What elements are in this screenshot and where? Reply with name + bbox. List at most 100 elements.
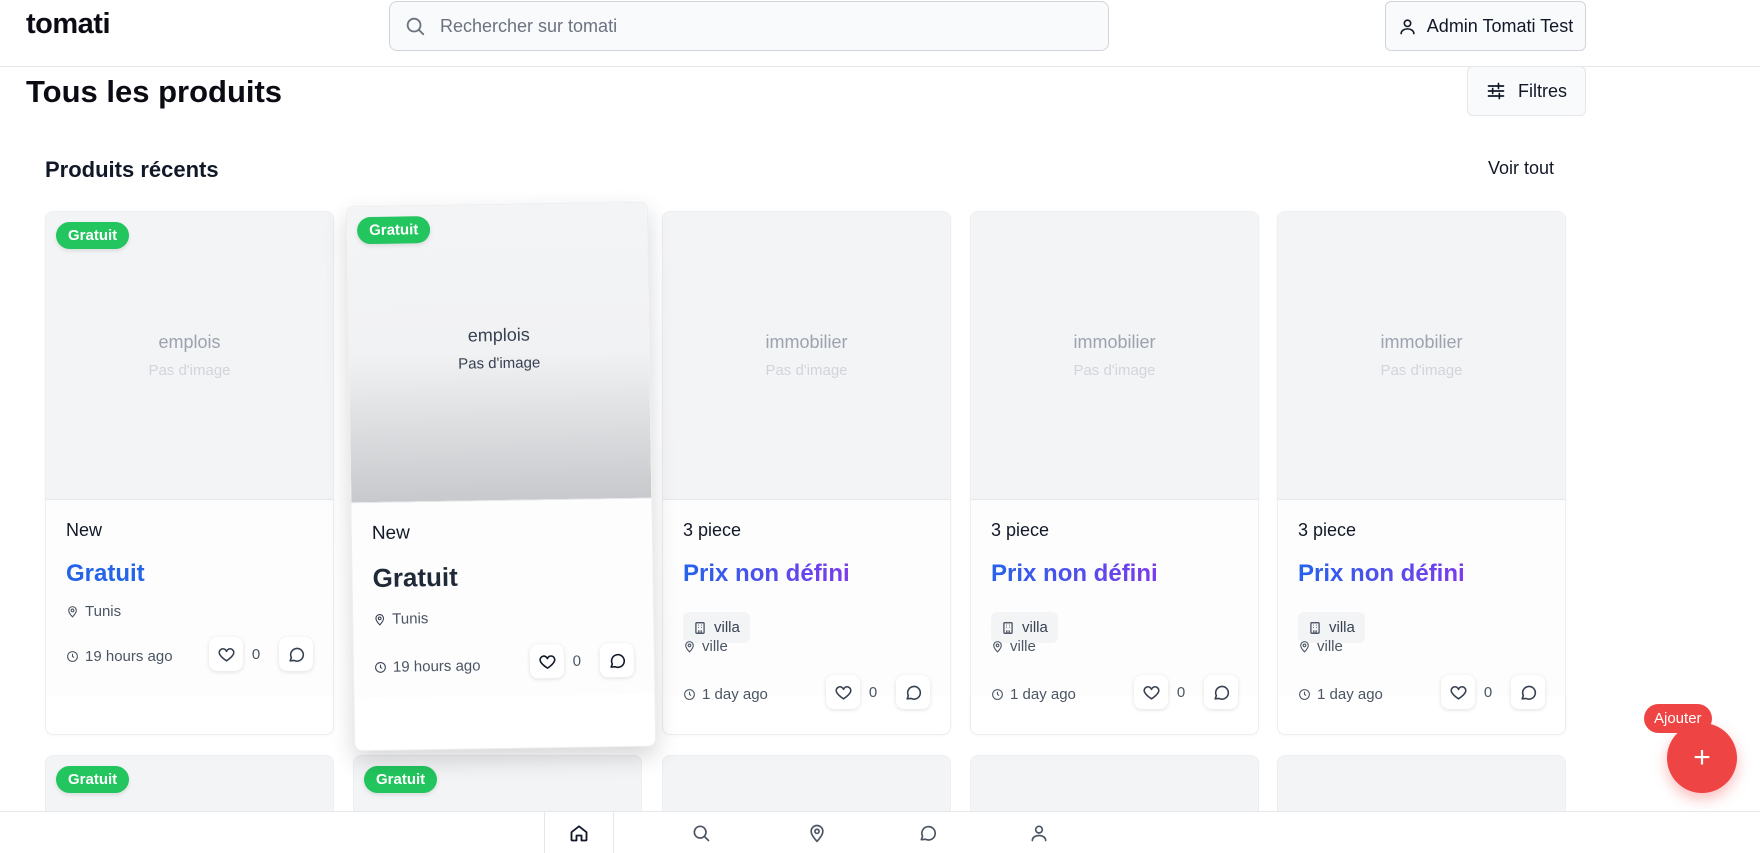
product-title: New bbox=[371, 522, 411, 545]
app-logo[interactable]: tomati bbox=[26, 8, 111, 41]
product-card[interactable]: immobilier Pas d'image 3 piece Prix non … bbox=[662, 211, 951, 735]
product-price: Prix non défini bbox=[683, 560, 850, 587]
like-button[interactable] bbox=[1134, 675, 1168, 709]
filters-label: Filtres bbox=[1518, 80, 1567, 101]
comment-button[interactable] bbox=[599, 642, 635, 678]
product-title: 3 piece bbox=[1298, 520, 1357, 540]
message-circle-icon bbox=[920, 825, 936, 841]
product-image-placeholder: immobilier Pas d'image bbox=[663, 212, 950, 500]
heart-icon bbox=[1142, 685, 1160, 700]
nav-messages[interactable] bbox=[893, 812, 963, 853]
free-badge: Gratuit bbox=[56, 766, 130, 793]
building-icon bbox=[695, 621, 705, 634]
product-category: immobilier bbox=[765, 332, 848, 352]
building-icon bbox=[1310, 621, 1320, 634]
product-time: 19 hours ago bbox=[374, 657, 481, 676]
product-category: emplois bbox=[158, 332, 221, 352]
top-bar: tomati Admin Tomati Test bbox=[0, 0, 1760, 67]
product-location: Tunis bbox=[66, 603, 121, 620]
like-button[interactable] bbox=[209, 637, 243, 671]
product-image-placeholder: emplois Pas d'image bbox=[346, 202, 652, 504]
comment-button[interactable] bbox=[279, 637, 313, 671]
map-pin-icon bbox=[68, 606, 77, 618]
map-pin-icon bbox=[993, 641, 1002, 653]
heart-icon bbox=[834, 685, 852, 700]
free-badge: Gratuit bbox=[56, 222, 130, 249]
search-icon bbox=[406, 17, 425, 36]
map-pin-icon bbox=[810, 824, 824, 843]
free-badge: Gratuit bbox=[356, 216, 431, 245]
like-button[interactable] bbox=[1441, 675, 1475, 709]
like-count: 0 bbox=[1176, 683, 1186, 701]
no-image-text: Pas d'image bbox=[458, 354, 541, 373]
product-time: 1 day ago bbox=[991, 686, 1076, 703]
like-button[interactable] bbox=[826, 675, 860, 709]
message-circle-icon bbox=[1520, 685, 1536, 700]
add-tooltip: Ajouter bbox=[1644, 704, 1712, 733]
home-icon bbox=[570, 824, 588, 841]
product-location: ville bbox=[991, 638, 1036, 655]
no-image-text: Pas d'image bbox=[148, 362, 231, 379]
like-count: 0 bbox=[1483, 683, 1493, 701]
search-input[interactable] bbox=[440, 15, 1080, 37]
nav-map[interactable] bbox=[782, 812, 852, 853]
product-card[interactable]: immobilier Pas d'image 3 piece Prix non … bbox=[1277, 211, 1566, 735]
product-location: ville bbox=[683, 638, 728, 655]
heart-icon bbox=[1449, 685, 1467, 700]
building-icon bbox=[1003, 621, 1013, 634]
message-circle-icon bbox=[905, 685, 921, 700]
page-title: Tous les produits bbox=[26, 74, 283, 109]
nav-home[interactable] bbox=[544, 812, 614, 853]
free-badge: Gratuit bbox=[364, 766, 438, 793]
clock-icon bbox=[67, 651, 78, 662]
product-price: Gratuit bbox=[66, 560, 145, 587]
nav-search[interactable] bbox=[666, 812, 736, 853]
product-card[interactable]: emplois Pas d'image Gratuit New Gratuit … bbox=[45, 211, 334, 735]
bottom-nav bbox=[0, 811, 1760, 853]
search-bar[interactable] bbox=[389, 1, 1109, 51]
product-price: Prix non défini bbox=[991, 560, 1158, 587]
filters-button[interactable]: Filtres bbox=[1467, 66, 1586, 116]
user-icon bbox=[1031, 825, 1047, 841]
map-pin-icon bbox=[375, 614, 385, 626]
no-image-text: Pas d'image bbox=[1380, 362, 1463, 379]
message-circle-icon bbox=[609, 653, 625, 668]
product-title: New bbox=[66, 520, 103, 540]
user-icon bbox=[1400, 18, 1415, 34]
clock-icon bbox=[1299, 689, 1310, 700]
clock-icon bbox=[684, 689, 695, 700]
product-time: 1 day ago bbox=[683, 686, 768, 703]
add-product-button[interactable]: + bbox=[1667, 723, 1737, 793]
product-title: 3 piece bbox=[683, 520, 742, 540]
like-count: 0 bbox=[251, 645, 261, 663]
map-pin-icon bbox=[685, 641, 694, 653]
no-image-text: Pas d'image bbox=[1073, 362, 1156, 379]
user-name: Admin Tomati Test bbox=[1426, 15, 1574, 36]
product-location: ville bbox=[1298, 638, 1343, 655]
like-button[interactable] bbox=[529, 644, 565, 679]
product-title: 3 piece bbox=[991, 520, 1050, 540]
product-category: immobilier bbox=[1380, 332, 1463, 352]
product-card[interactable]: emplois Pas d'image Gratuit New Gratuit … bbox=[345, 201, 657, 752]
product-category: immobilier bbox=[1073, 332, 1156, 352]
map-pin-icon bbox=[1300, 641, 1309, 653]
see-all-link[interactable]: Voir tout bbox=[1488, 158, 1554, 179]
product-time: 1 day ago bbox=[1298, 686, 1383, 703]
product-location: Tunis bbox=[373, 610, 428, 628]
heart-icon bbox=[538, 654, 555, 669]
product-price: Gratuit bbox=[372, 561, 459, 594]
section-title: Produits récents bbox=[45, 157, 219, 182]
comment-button[interactable] bbox=[1511, 675, 1545, 709]
product-time: 19 hours ago bbox=[66, 648, 173, 665]
heart-icon bbox=[217, 647, 235, 662]
comment-button[interactable] bbox=[896, 675, 930, 709]
product-price: Prix non défini bbox=[1298, 560, 1465, 587]
sliders-icon bbox=[1487, 82, 1505, 100]
product-card[interactable]: immobilier Pas d'image 3 piece Prix non … bbox=[970, 211, 1259, 735]
product-category: emplois bbox=[467, 324, 530, 346]
comment-button[interactable] bbox=[1204, 675, 1238, 709]
message-circle-icon bbox=[288, 647, 304, 662]
nav-profile[interactable] bbox=[1004, 812, 1074, 853]
user-menu-button[interactable]: Admin Tomati Test bbox=[1385, 1, 1586, 51]
product-image-placeholder: immobilier Pas d'image bbox=[1278, 212, 1565, 500]
